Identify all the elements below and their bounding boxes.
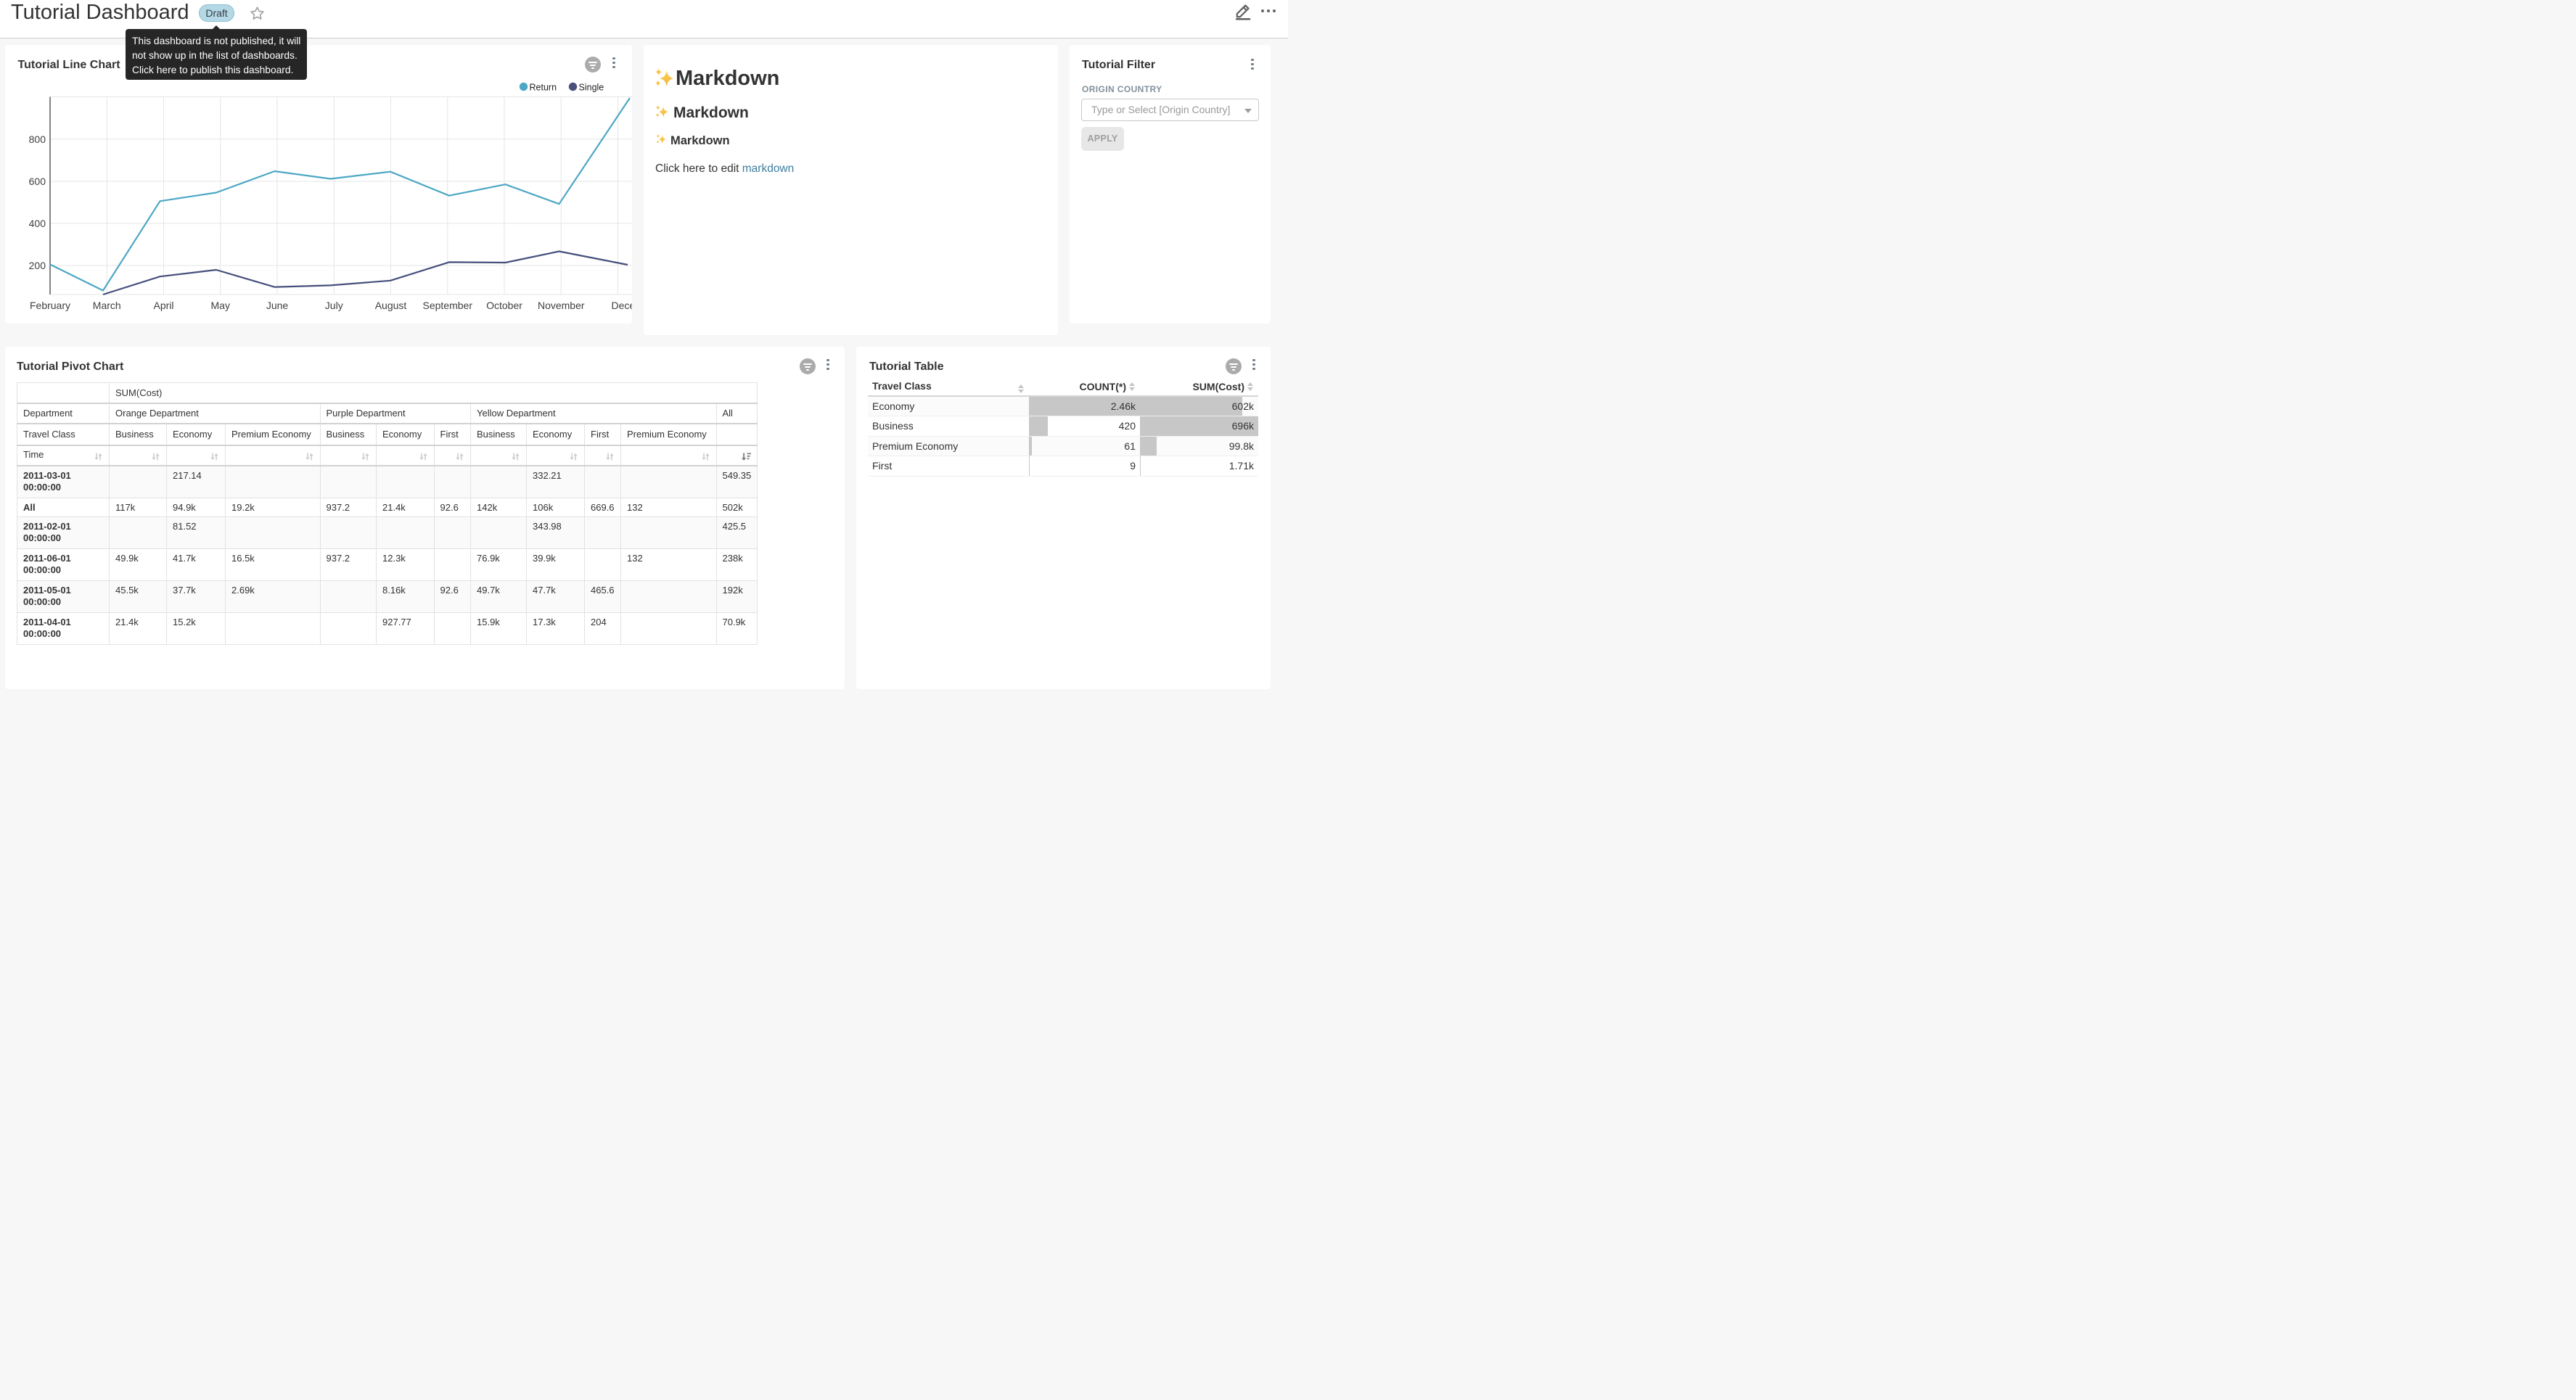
svg-text:Single: Single (579, 83, 604, 93)
svg-text:October: October (486, 300, 522, 311)
svg-text:September: September (423, 300, 473, 311)
svg-text:600: 600 (29, 176, 46, 187)
svg-text:Return: Return (530, 83, 557, 93)
svg-text:August: August (375, 300, 407, 311)
svg-text:June: June (266, 300, 289, 311)
svg-text:800: 800 (29, 133, 46, 145)
svg-text:February: February (30, 300, 70, 311)
svg-text:March: March (93, 300, 121, 311)
svg-text:July: July (325, 300, 343, 311)
svg-text:November: November (538, 300, 585, 311)
svg-text:200: 200 (29, 260, 46, 271)
svg-text:400: 400 (29, 218, 46, 229)
svg-text:April: April (153, 300, 173, 311)
svg-text:May: May (211, 300, 230, 311)
svg-text:December: December (612, 300, 633, 311)
